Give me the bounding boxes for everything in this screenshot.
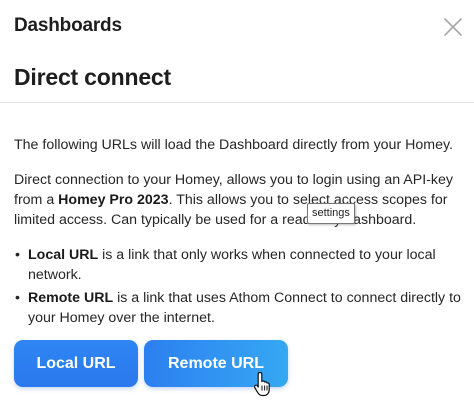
dialog-title: Dashboards: [14, 15, 122, 36]
hand-pointer-cursor-icon: [253, 371, 270, 397]
bullet-icon: •: [15, 247, 20, 263]
description-bold: Homey Pro 2023: [58, 192, 169, 208]
intro-text: The following URLs will load the Dashboa…: [14, 137, 453, 153]
close-button[interactable]: [440, 14, 466, 40]
list-item-term: Remote URL: [28, 290, 114, 306]
list-item-term: Local URL: [28, 247, 99, 263]
url-explanation-list: • Local URL is a link that only works whe…: [14, 245, 464, 331]
description-text: Direct connection to your Homey, allows …: [14, 170, 460, 230]
local-url-button[interactable]: Local URL: [14, 340, 138, 387]
list-item-remote-url: • Remote URL is a link that uses Athom Co…: [14, 288, 464, 328]
section-title: Direct connect: [14, 64, 171, 90]
list-item-local-url: • Local URL is a link that only works whe…: [14, 245, 464, 285]
bullet-icon: •: [15, 290, 20, 306]
dashboards-dialog: Dashboards Direct connect The following …: [0, 0, 474, 408]
divider: [0, 102, 474, 103]
close-icon: [444, 18, 462, 36]
settings-tooltip: settings: [307, 203, 355, 224]
